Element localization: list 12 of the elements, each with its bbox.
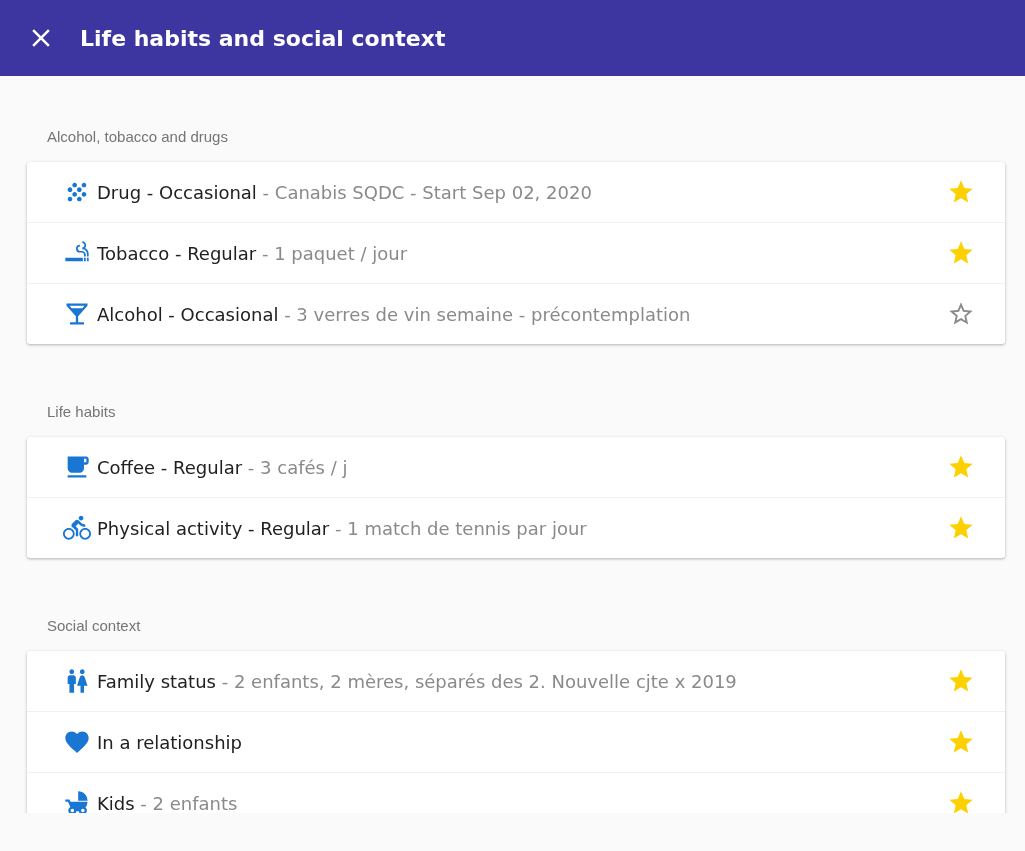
habit-text: Coffee - Regular - 3 cafés / j <box>97 456 349 478</box>
section-title: Life habits <box>47 403 117 420</box>
habit-text: Physical activity - Regular - 1 match de tennis par jour <box>97 517 588 539</box>
section-title: Alcohol, tobacco and drugs <box>47 128 229 145</box>
habit-text: Tobacco - Regular - 1 paquet / jour <box>97 242 409 264</box>
habit-text: Drug - Occasional - Canabis SQDC - Start Sep 02, 2020 <box>97 181 593 203</box>
habit-text: Kids - 2 enfants <box>97 792 239 813</box>
habit-text: Alcohol - Occasional - 3 verres de vin semaine - précontemplation <box>97 303 692 325</box>
page-title: Life habits and social context <box>80 25 446 51</box>
section-title: Social context <box>47 617 142 634</box>
habit-text: Family status - 2 enfants, 2 mères, séparés des 2. Nouvelle cjte x 2019 <box>97 670 738 692</box>
habit-text: In a relationship <box>97 731 243 753</box>
